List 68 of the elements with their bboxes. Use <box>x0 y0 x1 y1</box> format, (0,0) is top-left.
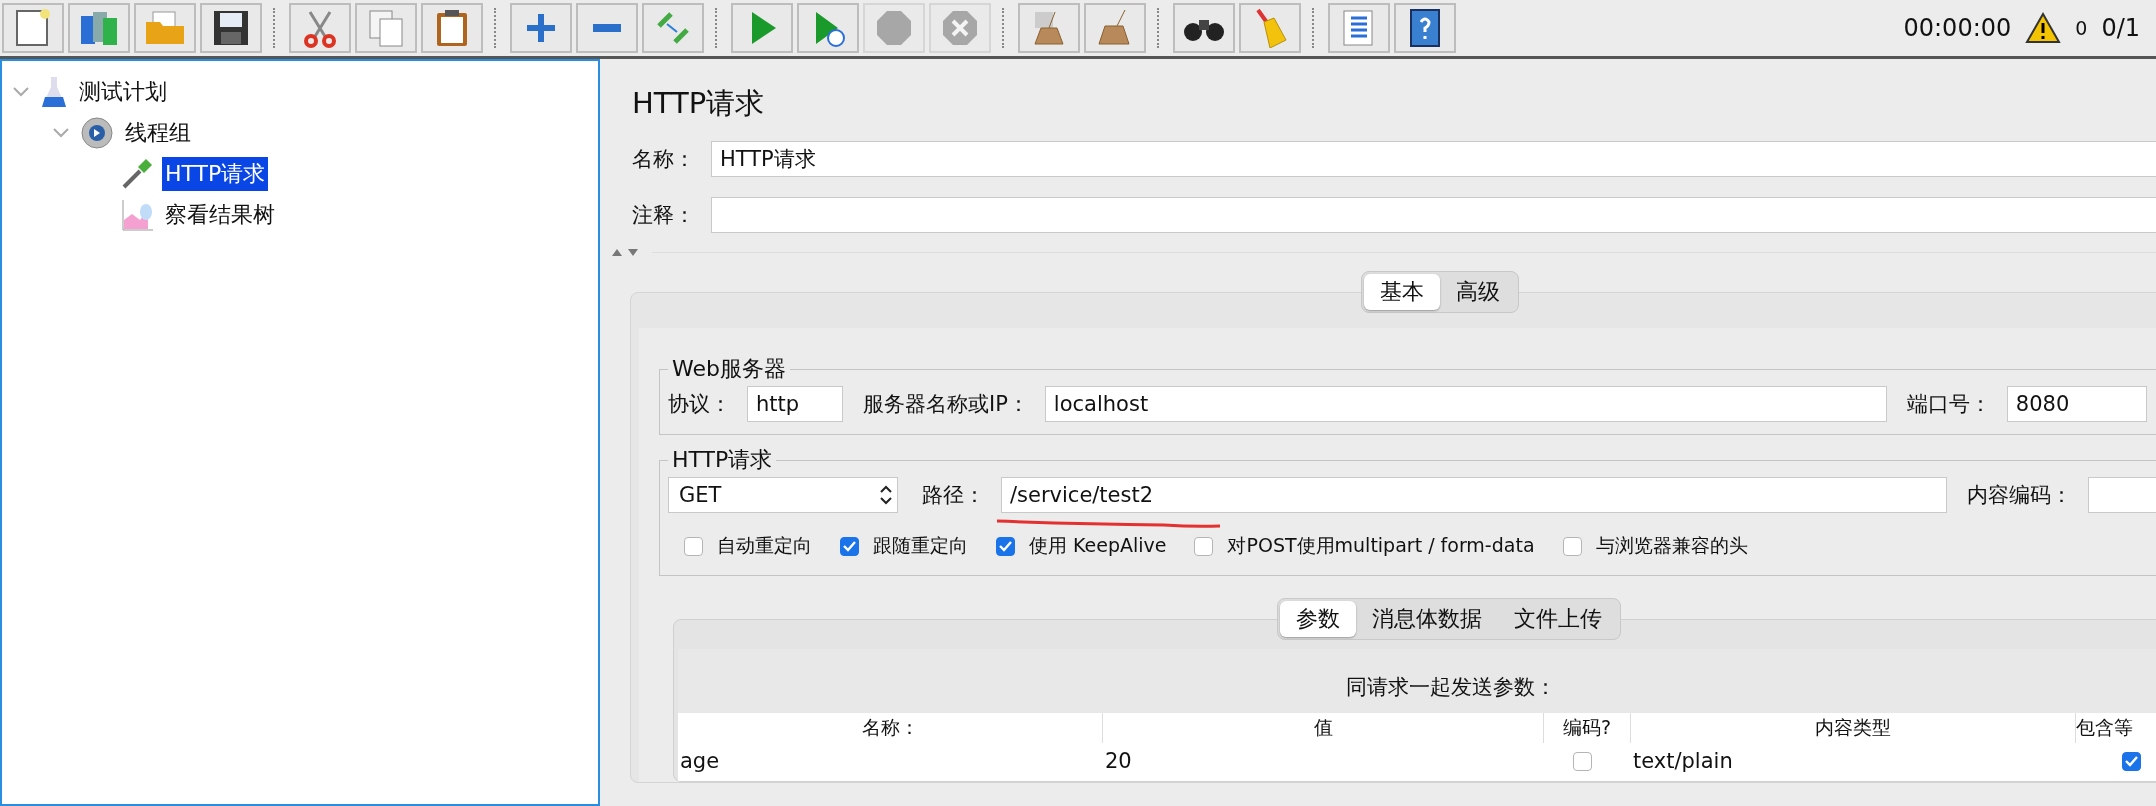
column-header: 包含等 <box>2076 713 2156 743</box>
table-cell-text: 20 <box>1104 748 1133 775</box>
table-caption: 同请求一起发送参数： <box>678 649 2156 713</box>
checkbox[interactable] <box>840 536 859 556</box>
column-header: 编码? <box>1544 713 1631 743</box>
group-title: HTTP请求 <box>671 446 774 474</box>
column-header: 名称： <box>678 713 1103 743</box>
field-label: 名称： <box>632 146 695 173</box>
stop-icon <box>874 8 914 48</box>
field-label: 内容编码： <box>1967 482 2072 509</box>
toolbar-button[interactable] <box>1173 3 1235 53</box>
field-label: 协议： <box>668 391 731 418</box>
field-label: 端口号： <box>1906 391 1991 418</box>
tab[interactable]: 消息体数据 <box>1356 601 1498 637</box>
input-field[interactable]: 8080 <box>2006 386 2147 422</box>
updown-icon <box>879 484 893 506</box>
flask-icon <box>40 74 68 109</box>
chevron-icon[interactable] <box>12 85 30 98</box>
field-label: 服务器名称或IP： <box>863 391 1029 418</box>
chart-icon <box>120 197 154 232</box>
checkbox[interactable] <box>1573 751 1592 771</box>
tree-item[interactable]: HTTP请求 <box>162 156 269 191</box>
table-cell-text: age <box>679 748 721 775</box>
input-field[interactable]: localhost <box>1044 386 1887 422</box>
input-field[interactable] <box>711 197 2156 233</box>
chevron-icon[interactable] <box>52 126 70 139</box>
tree-item[interactable]: 测试计划 <box>76 74 170 109</box>
toolbar-button[interactable] <box>421 3 483 53</box>
tab[interactable]: 基本 <box>1364 274 1440 310</box>
input-field[interactable]: http <box>747 386 843 422</box>
toolbar-button[interactable] <box>2 3 64 53</box>
checkbox[interactable] <box>684 536 703 556</box>
tree-item[interactable]: 察看结果树 <box>162 197 278 232</box>
column-header: 值 <box>1103 713 1544 743</box>
checkbox-label: 对POST使用multipart / form-data <box>1227 533 1535 558</box>
table-cell-text: text/plain <box>1632 748 1734 775</box>
close-icon <box>940 8 980 48</box>
checkbox-label: 跟随重定向 <box>873 533 968 558</box>
checkbox-label: 与浏览器兼容的头 <box>1595 533 1748 558</box>
checkbox[interactable] <box>1562 536 1582 556</box>
toolbar-button[interactable] <box>1394 3 1456 53</box>
column-header: 内容类型 <box>1631 713 2076 743</box>
method-select[interactable]: GET <box>668 477 898 513</box>
checkbox[interactable] <box>2121 751 2141 771</box>
checkbox[interactable] <box>996 536 1015 556</box>
timer: 00:00:00 <box>1903 14 2012 42</box>
checkbox-label: 使用 KeepAlive <box>1029 533 1167 558</box>
field-label: 注释： <box>632 202 695 229</box>
new-page-icon <box>13 8 53 48</box>
thread-count: 0/1 <box>2101 14 2140 42</box>
save-icon <box>211 8 251 48</box>
toolbar-button[interactable] <box>200 3 262 53</box>
gear-icon <box>80 115 114 150</box>
tree-item[interactable]: 线程组 <box>122 115 194 150</box>
minus-icon <box>593 24 621 32</box>
warning-count: 0 <box>2075 17 2088 39</box>
group-title: Web服务器 <box>671 355 787 383</box>
warning-icon[interactable] <box>2025 12 2062 44</box>
tab[interactable]: 参数 <box>1280 601 1356 637</box>
tab[interactable]: 文件上传 <box>1498 601 1618 637</box>
input-field[interactable]: HTTP请求 <box>711 141 2156 177</box>
field-label: 路径： <box>922 482 985 509</box>
checkbox[interactable] <box>1194 536 1214 556</box>
checkbox-label: 自动重定向 <box>717 533 812 558</box>
tab[interactable]: 高级 <box>1440 274 1516 310</box>
dropper-icon <box>120 156 154 191</box>
copy-icon <box>366 8 406 48</box>
panel-title: HTTP请求 <box>632 85 766 122</box>
